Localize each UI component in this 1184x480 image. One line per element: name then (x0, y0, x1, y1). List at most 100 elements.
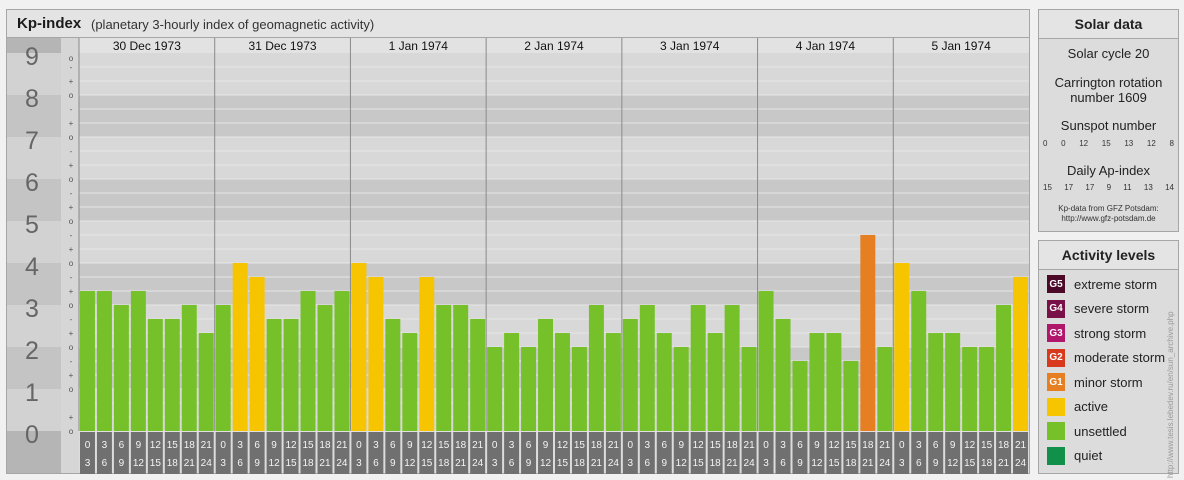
kp-bar (334, 291, 350, 431)
interval-end: 6 (916, 458, 922, 469)
interval-end: 12 (947, 458, 959, 469)
kp-bar (113, 305, 129, 431)
minor-marker: - (70, 315, 73, 324)
interval-end: 18 (302, 458, 314, 469)
interval-start: 12 (285, 440, 297, 451)
sunspot-value-5: 12 (1146, 139, 1156, 148)
y-tick-label: 0 (25, 421, 39, 449)
activity-swatch (1047, 397, 1065, 416)
interval-end: 15 (285, 458, 297, 469)
interval-end: 24 (608, 458, 620, 469)
interval-end: 9 (390, 458, 396, 469)
ap-value-4: 11 (1123, 183, 1132, 192)
ap-value-3: 9 (1106, 183, 1112, 192)
interval-end: 12 (133, 458, 145, 469)
interval-end: 3 (763, 458, 769, 469)
interval-start: 12 (557, 440, 569, 451)
y-tick-label: 7 (25, 127, 39, 155)
day-label: 4 Jan 1974 (796, 39, 856, 53)
interval-end: 12 (269, 458, 281, 469)
interval-end: 18 (845, 458, 857, 469)
kp-bar (571, 347, 587, 431)
interval-end: 24 (336, 458, 348, 469)
minor-marker: o (69, 343, 74, 352)
interval-start: 21 (1015, 440, 1027, 451)
interval-start: 18 (998, 440, 1010, 451)
activity-level-minor-storm: G1 minor storm (1047, 373, 1143, 391)
activity-swatch: G1 (1047, 373, 1065, 391)
kp-bar (266, 318, 282, 431)
interval-end: 3 (220, 458, 226, 469)
kp-bar (588, 305, 604, 431)
interval-start: 3 (645, 440, 651, 451)
minor-marker: + (69, 413, 74, 422)
activity-label: minor storm (1074, 374, 1143, 390)
y-tick-label: 1 (25, 379, 39, 407)
interval-start: 12 (421, 440, 433, 451)
ap-value-1: 17 (1064, 183, 1074, 192)
interval-start: 15 (845, 440, 857, 451)
interval-end: 21 (319, 458, 331, 469)
kp-chart: 30 Dec 1973 31 Dec 1973 1 Jan 1974 2 Jan 19… (7, 38, 1029, 474)
minor-marker: + (69, 371, 74, 380)
interval-end: 18 (981, 458, 993, 469)
interval-end: 24 (1015, 458, 1027, 469)
interval-start: 6 (119, 440, 125, 451)
interval-start: 0 (85, 440, 91, 451)
interval-start: 12 (828, 440, 840, 451)
activity-level-strong-storm: G3 strong storm (1047, 324, 1146, 342)
ap-value-5: 13 (1143, 183, 1153, 192)
interval-end: 6 (102, 458, 108, 469)
interval-start: 0 (356, 440, 362, 451)
interval-start: 12 (150, 440, 162, 451)
interval-start: 6 (933, 440, 939, 451)
day-label: 31 Dec 1973 (249, 39, 317, 53)
sunspot-label: Sunspot number (1060, 118, 1157, 133)
ap-value-0: 15 (1043, 183, 1052, 192)
kp-bar (877, 347, 893, 431)
source-line2: http://www.gfz-potsdam.de (1061, 214, 1156, 223)
interval-end: 3 (492, 458, 498, 469)
interval-start: 3 (916, 440, 922, 451)
minor-marker: + (69, 77, 74, 86)
interval-end: 3 (628, 458, 634, 469)
kp-bar (605, 333, 621, 431)
kp-bar (843, 360, 859, 431)
interval-end: 6 (509, 458, 515, 469)
interval-start: 6 (797, 440, 803, 451)
minor-marker: - (70, 357, 73, 366)
activity-level-moderate-storm: G2 moderate storm (1047, 348, 1165, 367)
interval-start: 15 (574, 440, 586, 451)
plot-band (79, 137, 1029, 179)
interval-start: 18 (727, 440, 739, 451)
ap-values: 15 17 17 9 11 13 14 (1043, 183, 1174, 192)
kp-bar (232, 263, 248, 431)
kp-bar (130, 291, 146, 431)
interval-start: 9 (950, 440, 956, 451)
interval-start: 3 (373, 440, 379, 451)
interval-end: 15 (421, 458, 433, 469)
ap-label: Daily Ap-index (1066, 163, 1151, 178)
interval-start: 21 (608, 440, 620, 451)
minor-marker: o (69, 91, 74, 100)
interval-start: 0 (899, 440, 905, 451)
interval-end: 21 (455, 458, 467, 469)
minor-marker: + (69, 119, 74, 128)
sunspot-value-3: 15 (1101, 139, 1111, 148)
activity-label: quiet (1074, 448, 1103, 463)
kp-bar (622, 318, 638, 431)
activity-swatch: G2 (1047, 348, 1065, 367)
solar-data-panel: Solar data Solar cycle 20 Carrington rot… (1038, 9, 1179, 232)
sunspot-value-1: 0 (1061, 139, 1066, 148)
minor-marker: - (70, 63, 73, 72)
minor-marker: o (69, 301, 74, 310)
interval-start: 21 (744, 440, 756, 451)
activity-swatch: G4 (1047, 299, 1065, 318)
interval-end: 15 (964, 458, 976, 469)
interval-start: 3 (237, 440, 243, 451)
activity-swatch: G3 (1047, 324, 1065, 342)
plot-band (79, 179, 1029, 221)
interval-end: 24 (879, 458, 891, 469)
solar-cycle: Solar cycle 20 (1067, 46, 1150, 61)
kp-bar (724, 305, 740, 431)
